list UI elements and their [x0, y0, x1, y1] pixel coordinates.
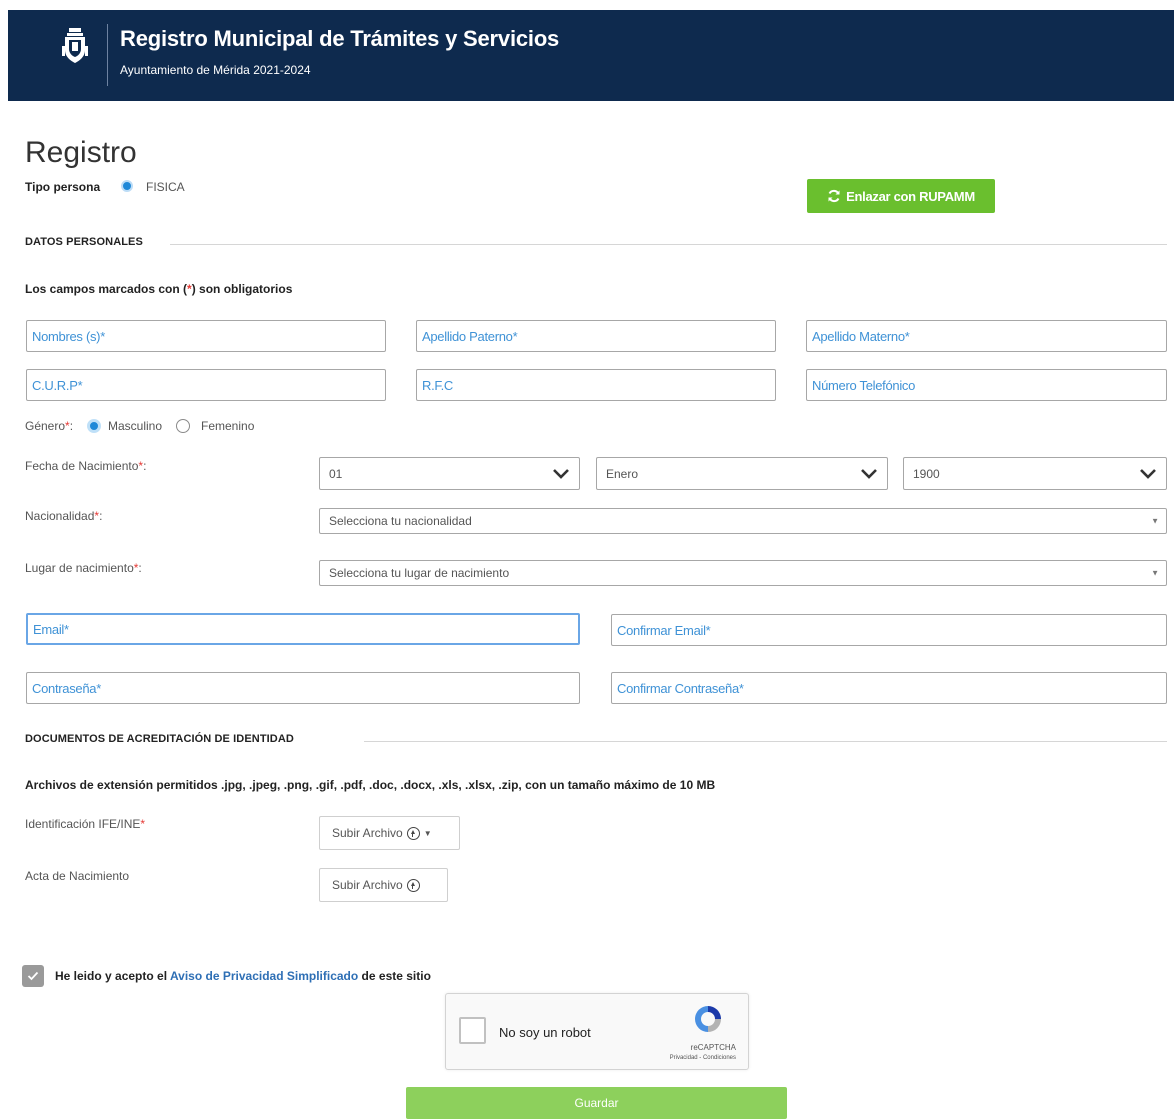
birthdate-label: Fecha de Nacimiento*: [25, 459, 147, 473]
link-rupamm-label: Enlazar con RUPAMM [846, 188, 975, 204]
birthplace-placeholder: Selecciona tu lugar de nacimiento [329, 566, 510, 580]
privacy-suffix: de este sitio [358, 969, 431, 983]
birthplace-select[interactable]: Selecciona tu lugar de nacimiento ▼ [319, 560, 1167, 586]
coat-of-arms-logo [62, 28, 88, 63]
birthplace-label-text: Lugar de nacimiento [25, 561, 134, 575]
tipo-persona-label: Tipo persona [25, 180, 101, 194]
privacy-prefix: He leido y acepto el [55, 969, 170, 983]
birthdate-label-text: Fecha de Nacimiento [25, 459, 139, 473]
required-note-prefix: Los campos marcados con ( [25, 282, 188, 296]
ine-label: Identificación IFE/INE* [25, 817, 145, 831]
birth-year-value: 1900 [913, 466, 940, 481]
gender-required-mark: * [65, 419, 70, 433]
upload-icon [406, 878, 420, 892]
birthplace-label: Lugar de nacimiento*: [25, 561, 142, 575]
section-title-documents: DOCUMENTOS DE ACREDITACIÓN DE IDENTIDAD [25, 733, 294, 745]
gender-femenino-label: Femenino [201, 419, 255, 433]
privacy-accept-text: He leido y acepto el Aviso de Privacidad… [55, 969, 431, 983]
privacy-checkbox[interactable] [22, 965, 44, 987]
gender-femenino-radio[interactable] [176, 419, 190, 433]
confirm-email-input[interactable] [611, 614, 1167, 646]
birthdate-required-mark: * [138, 459, 144, 473]
required-fields-note: Los campos marcados con (*) son obligato… [25, 282, 292, 296]
privacy-notice-link[interactable]: Aviso de Privacidad Simplificado [170, 969, 358, 983]
nationality-placeholder: Selecciona tu nacionalidad [329, 514, 472, 528]
birthplace-required-mark: * [133, 561, 139, 575]
recaptcha-terms-link[interactable]: Privacidad - Condiciones [670, 1055, 736, 1061]
app-subtitle: Ayuntamiento de Mérida 2021-2024 [120, 63, 311, 77]
checkmark-icon [27, 971, 39, 981]
confirm-password-input[interactable] [611, 672, 1167, 704]
nombres-input[interactable] [26, 320, 386, 352]
tipo-persona-value: FISICA [146, 180, 185, 194]
telefono-input[interactable] [806, 369, 1167, 401]
nationality-required-mark: * [94, 509, 100, 523]
email-input[interactable] [26, 613, 580, 645]
birth-day-value: 01 [329, 466, 343, 481]
page-title: Registro [25, 136, 137, 169]
chevron-down-icon [1140, 468, 1156, 479]
rfc-input[interactable] [416, 369, 776, 401]
gender-label: Género*: [25, 419, 74, 433]
app-header: Registro Municipal de Trámites y Servici… [8, 10, 1174, 101]
section-divider [170, 244, 1167, 245]
allowed-files-note: Archivos de extensión permitidos .jpg, .… [25, 778, 716, 792]
chevron-down-icon [861, 468, 877, 479]
chevron-down-icon [553, 468, 569, 479]
gender-masculino-radio[interactable] [87, 419, 101, 433]
save-button[interactable]: Guardar [406, 1087, 787, 1119]
birth-day-select[interactable]: 01 [319, 457, 580, 490]
recaptcha-brand: reCAPTCHA [690, 1043, 736, 1052]
section-title-personal: DATOS PERSONALES [25, 236, 143, 248]
recaptcha-logo-icon [695, 1006, 721, 1032]
acta-label: Acta de Nacimiento [25, 869, 130, 883]
gender-label-text: Género [25, 419, 66, 433]
link-rupamm-button[interactable]: Enlazar con RUPAMM [807, 179, 995, 213]
recaptcha-label: No soy un robot [499, 1025, 591, 1040]
refresh-icon [828, 189, 840, 203]
birth-month-select[interactable]: Enero [596, 457, 888, 490]
caret-down-icon: ▼ [1151, 516, 1159, 526]
caret-down-icon: ▼ [423, 828, 432, 838]
upload-ine-label: Subir Archivo [332, 826, 403, 840]
required-note-suffix: ) son obligatorios [191, 282, 293, 296]
ine-required-mark: * [140, 817, 146, 831]
section-divider [364, 741, 1167, 742]
curp-input[interactable] [26, 369, 386, 401]
nationality-label-text: Nacionalidad [25, 509, 95, 523]
app-title: Registro Municipal de Trámites y Servici… [120, 26, 560, 51]
birth-month-value: Enero [606, 466, 639, 481]
upload-acta-label: Subir Archivo [332, 878, 403, 892]
caret-down-icon: ▼ [1151, 568, 1159, 578]
recaptcha-checkbox[interactable] [459, 1017, 486, 1044]
ine-label-text: Identificación IFE/INE [25, 817, 141, 831]
upload-icon [406, 826, 420, 840]
nationality-label: Nacionalidad*: [25, 509, 103, 523]
nationality-select[interactable]: Selecciona tu nacionalidad ▼ [319, 508, 1167, 534]
password-input[interactable] [26, 672, 580, 704]
birth-year-select[interactable]: 1900 [903, 457, 1167, 490]
upload-acta-button[interactable]: Subir Archivo [319, 868, 448, 902]
header-divider [107, 24, 108, 86]
apellido-paterno-input[interactable] [416, 320, 776, 352]
upload-ine-button[interactable]: Subir Archivo ▼ [319, 816, 460, 850]
gender-masculino-label: Masculino [108, 419, 163, 433]
tipo-persona-radio[interactable] [121, 180, 133, 192]
apellido-materno-input[interactable] [806, 320, 1167, 352]
recaptcha-widget: No soy un robot reCAPTCHA Privacidad - C… [445, 993, 749, 1070]
